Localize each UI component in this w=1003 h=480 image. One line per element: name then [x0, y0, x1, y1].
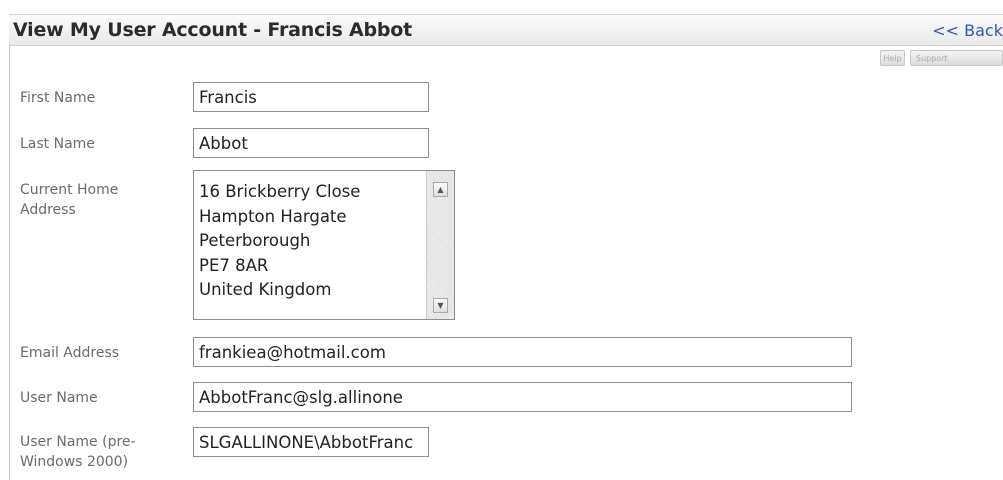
- email-label: Email Address: [20, 345, 120, 361]
- home-address-textarea[interactable]: 16 Brickberry Close Hampton Hargate Peterb…: [193, 170, 455, 320]
- scroll-down-icon[interactable]: ▼: [433, 298, 448, 313]
- home-address-label: Current Home Address: [20, 182, 119, 218]
- user-name-input[interactable]: [193, 382, 852, 412]
- user-name-pre2000-input[interactable]: [193, 427, 429, 457]
- home-address-text: 16 Brickberry Close Hampton Hargate Peterb…: [199, 180, 360, 303]
- email-input[interactable]: [193, 337, 852, 367]
- user-name-pre2000-label: User Name (pre-Windows 2000): [20, 434, 136, 470]
- page-header: View My User Account - Francis Abbot << …: [9, 14, 1003, 46]
- scroll-up-icon[interactable]: ▲: [433, 182, 448, 197]
- page-title: View My User Account - Francis Abbot: [13, 19, 413, 41]
- last-name-input[interactable]: [193, 128, 429, 158]
- first-name-input[interactable]: [193, 82, 429, 112]
- back-link[interactable]: << Back: [932, 21, 1003, 40]
- last-name-label: Last Name: [20, 136, 95, 152]
- first-name-label: First Name: [20, 90, 96, 106]
- content-divider: [9, 44, 10, 480]
- address-line: Peterborough: [199, 231, 311, 250]
- address-line: United Kingdom: [199, 280, 332, 299]
- help-button[interactable]: Help: [880, 50, 905, 66]
- address-line: 16 Brickberry Close: [199, 182, 361, 201]
- support-button[interactable]: Support: [910, 50, 1003, 66]
- address-scrollbar[interactable]: ▲ ▼: [426, 171, 454, 319]
- address-line: Hampton Hargate: [199, 206, 347, 226]
- user-name-label: User Name: [20, 390, 98, 406]
- address-line: PE7 8AR: [199, 255, 269, 275]
